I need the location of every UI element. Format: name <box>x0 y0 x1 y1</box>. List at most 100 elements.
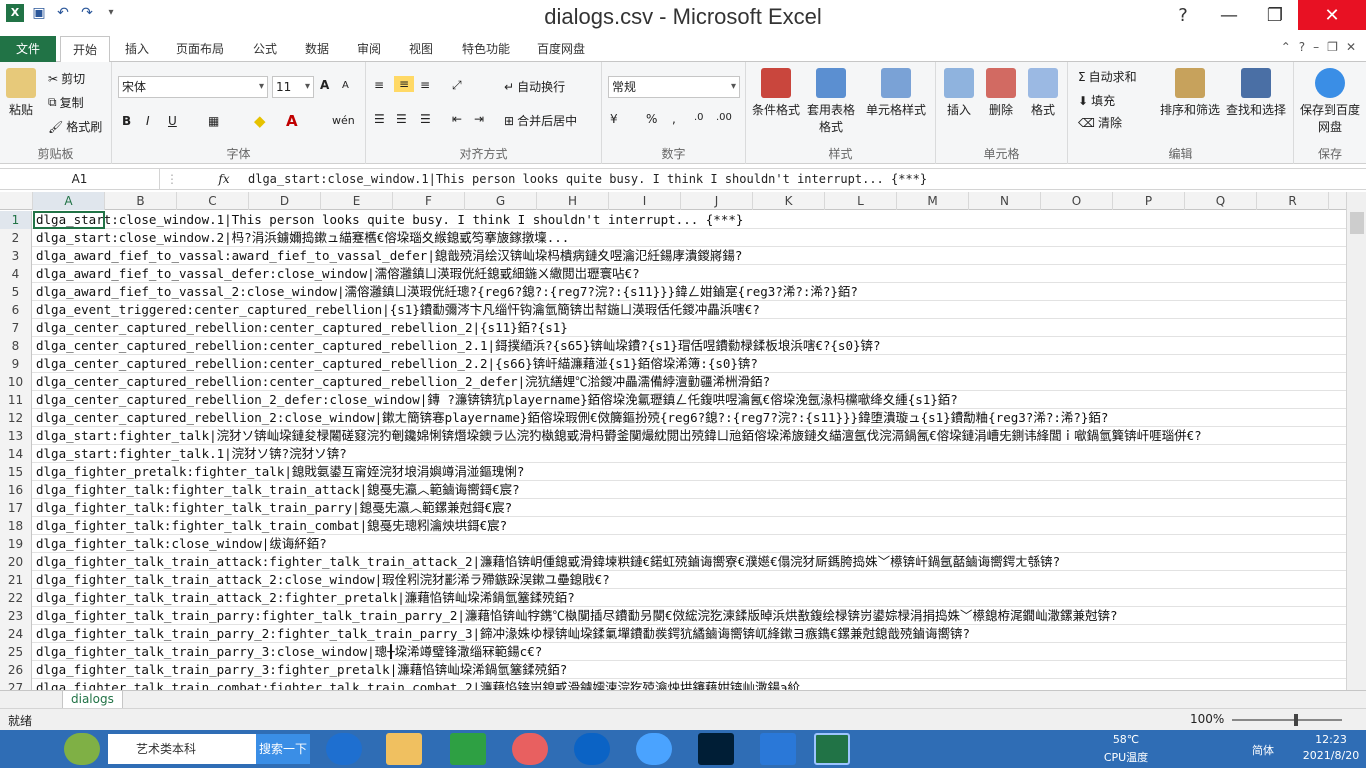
column-header[interactable]: N <box>969 192 1041 210</box>
column-header[interactable]: H <box>537 192 609 210</box>
sheet-tab[interactable]: dialogs <box>62 691 123 709</box>
cell-a[interactable]: dlga_start:close_window.1|This person lo… <box>36 211 743 229</box>
column-header[interactable]: R <box>1257 192 1329 210</box>
cell-a[interactable]: dlga_fighter_talk_train_attack:fighter_t… <box>36 553 1060 571</box>
delete-cells-button[interactable]: 删除 <box>986 68 1016 118</box>
column-header[interactable]: K <box>753 192 825 210</box>
store-icon[interactable] <box>450 733 486 765</box>
row-number[interactable]: 1 <box>0 211 32 229</box>
column-header[interactable]: P <box>1113 192 1185 210</box>
help-icon[interactable]: ? <box>1299 40 1305 54</box>
window-minimize-icon[interactable]: – <box>1313 40 1319 54</box>
font-color-icon[interactable]: A <box>286 112 298 130</box>
orientation-icon[interactable]: ⤢ <box>452 78 462 93</box>
minimize-icon[interactable]: — <box>1206 0 1252 30</box>
font-name-select[interactable]: 宋体 <box>118 76 268 98</box>
sort-filter-button[interactable]: 排序和筛选 <box>1160 68 1220 118</box>
cell-a[interactable]: dlga_award_fief_to_vassal:award_fief_to_… <box>36 247 742 265</box>
bold-button[interactable]: B <box>122 114 131 128</box>
copy-button[interactable]: ⧉ 复制 <box>48 94 84 111</box>
cell-a[interactable]: dlga_fighter_talk:fighter_talk_train_com… <box>36 517 507 535</box>
row-number[interactable]: 16 <box>0 481 32 499</box>
maximize-icon[interactable]: ❐ <box>1252 0 1298 30</box>
row-number[interactable]: 12 <box>0 409 32 427</box>
cell-a[interactable]: dlga_fighter_talk_train_parry_2:fighter_… <box>36 625 970 643</box>
increase-indent-icon[interactable]: ⇥ <box>474 112 484 126</box>
vertical-scroll-thumb[interactable] <box>1350 212 1364 234</box>
font-size-select[interactable]: 11 <box>272 76 314 98</box>
column-header[interactable]: F <box>393 192 465 210</box>
row-number[interactable]: 19 <box>0 535 32 553</box>
active-cell[interactable] <box>33 211 105 229</box>
column-header[interactable]: C <box>177 192 249 210</box>
tab-data[interactable]: 数据 <box>294 36 340 62</box>
cell-a[interactable]: dlga_center_captured_rebellion_2:close_w… <box>36 409 1108 427</box>
cell-a[interactable]: dlga_start:fighter_talk|浣犲ソ锛屾垜鏈夋椂闂磋窡浣犳剦鑱… <box>36 427 1202 445</box>
help-icon[interactable]: ? <box>1160 0 1206 30</box>
column-header[interactable]: E <box>321 192 393 210</box>
tab-formulas[interactable]: 公式 <box>242 36 288 62</box>
insert-function-button[interactable]: fx <box>212 169 236 189</box>
align-right-icon[interactable]: ☰ <box>420 112 431 126</box>
collapse-ribbon-icon[interactable]: ⌃ <box>1281 40 1291 54</box>
column-header[interactable]: O <box>1041 192 1113 210</box>
tab-baidu-pan[interactable]: 百度网盘 <box>528 36 594 62</box>
zoom-level[interactable]: 100% <box>1190 712 1224 726</box>
tab-review[interactable]: 审阅 <box>346 36 392 62</box>
row-number[interactable]: 10 <box>0 373 32 391</box>
format-painter-button[interactable]: 🖌 格式刷 <box>48 118 102 135</box>
column-header[interactable]: G <box>465 192 537 210</box>
row-number[interactable]: 22 <box>0 589 32 607</box>
zoom-slider[interactable] <box>1232 714 1342 726</box>
row-number[interactable]: 21 <box>0 571 32 589</box>
row-number[interactable]: 23 <box>0 607 32 625</box>
border-icon[interactable]: ▦ <box>208 114 219 128</box>
column-header[interactable]: M <box>897 192 969 210</box>
window-close-icon[interactable]: ✕ <box>1346 40 1356 54</box>
cell-a[interactable]: dlga_fighter_talk_train_attack_2:fighter… <box>36 589 575 607</box>
cell-a[interactable]: dlga_center_captured_rebellion:center_ca… <box>36 319 568 337</box>
row-number[interactable]: 6 <box>0 301 32 319</box>
cell-a[interactable]: dlga_fighter_talk:fighter_talk_train_att… <box>36 481 520 499</box>
row-number[interactable]: 8 <box>0 337 32 355</box>
search-box[interactable]: 艺术类本科 <box>108 734 256 764</box>
cell-a[interactable]: dlga_fighter_talk:fighter_talk_train_par… <box>36 499 512 517</box>
cell-a[interactable]: dlga_event_triggered:center_captured_reb… <box>36 301 760 319</box>
row-number[interactable]: 9 <box>0 355 32 373</box>
row-number[interactable]: 11 <box>0 391 32 409</box>
number-format-select[interactable]: 常规 <box>608 76 740 98</box>
underline-button[interactable]: U <box>168 114 177 128</box>
align-bottom-icon[interactable]: ≡ <box>420 78 430 92</box>
cell-a[interactable]: dlga_fighter_talk:close_window|绂诲紑銆? <box>36 535 327 553</box>
italic-button[interactable]: I <box>146 114 150 128</box>
fill-button[interactable]: ⬇ 填充 <box>1078 92 1115 109</box>
excel-taskbar-icon[interactable] <box>814 733 850 765</box>
ie-icon[interactable] <box>326 733 362 765</box>
row-number[interactable]: 17 <box>0 499 32 517</box>
cell-a[interactable]: dlga_fighter_pretalk:fighter_talk|鎴戝氨鍙互甯… <box>36 463 524 481</box>
chrome-icon[interactable] <box>512 733 548 765</box>
align-center-icon[interactable]: ☰ <box>396 112 407 126</box>
select-all-corner[interactable] <box>0 192 33 210</box>
align-left-icon[interactable]: ☰ <box>374 112 385 126</box>
column-header[interactable]: B <box>105 192 177 210</box>
close-icon[interactable]: ✕ <box>1298 0 1366 30</box>
bird-app-icon[interactable] <box>760 733 796 765</box>
start-icon[interactable] <box>6 733 40 765</box>
cell-a[interactable]: dlga_center_captured_rebellion:center_ca… <box>36 355 758 373</box>
row-number[interactable]: 13 <box>0 427 32 445</box>
column-header[interactable]: L <box>825 192 897 210</box>
fill-color-icon[interactable]: ◆ <box>254 112 266 130</box>
column-header[interactable]: D <box>249 192 321 210</box>
cell-a[interactable]: dlga_award_fief_to_vassal_defer:close_wi… <box>36 265 640 283</box>
phonetic-icon[interactable]: wén <box>332 114 355 127</box>
name-box[interactable]: A1 <box>0 169 160 189</box>
k-app-icon[interactable] <box>574 733 610 765</box>
align-middle-icon[interactable]: ≡ <box>394 76 415 92</box>
cut-button[interactable]: ✂ 剪切 <box>48 70 85 87</box>
insert-cells-button[interactable]: 插入 <box>944 68 974 118</box>
cell-a[interactable]: dlga_fighter_talk_train_parry:fighter_ta… <box>36 607 1118 625</box>
tab-file[interactable]: 文件 <box>0 36 56 62</box>
wrap-text-button[interactable]: ↵ 自动换行 <box>504 78 565 95</box>
conditional-format-button[interactable]: 条件格式 <box>752 68 800 118</box>
